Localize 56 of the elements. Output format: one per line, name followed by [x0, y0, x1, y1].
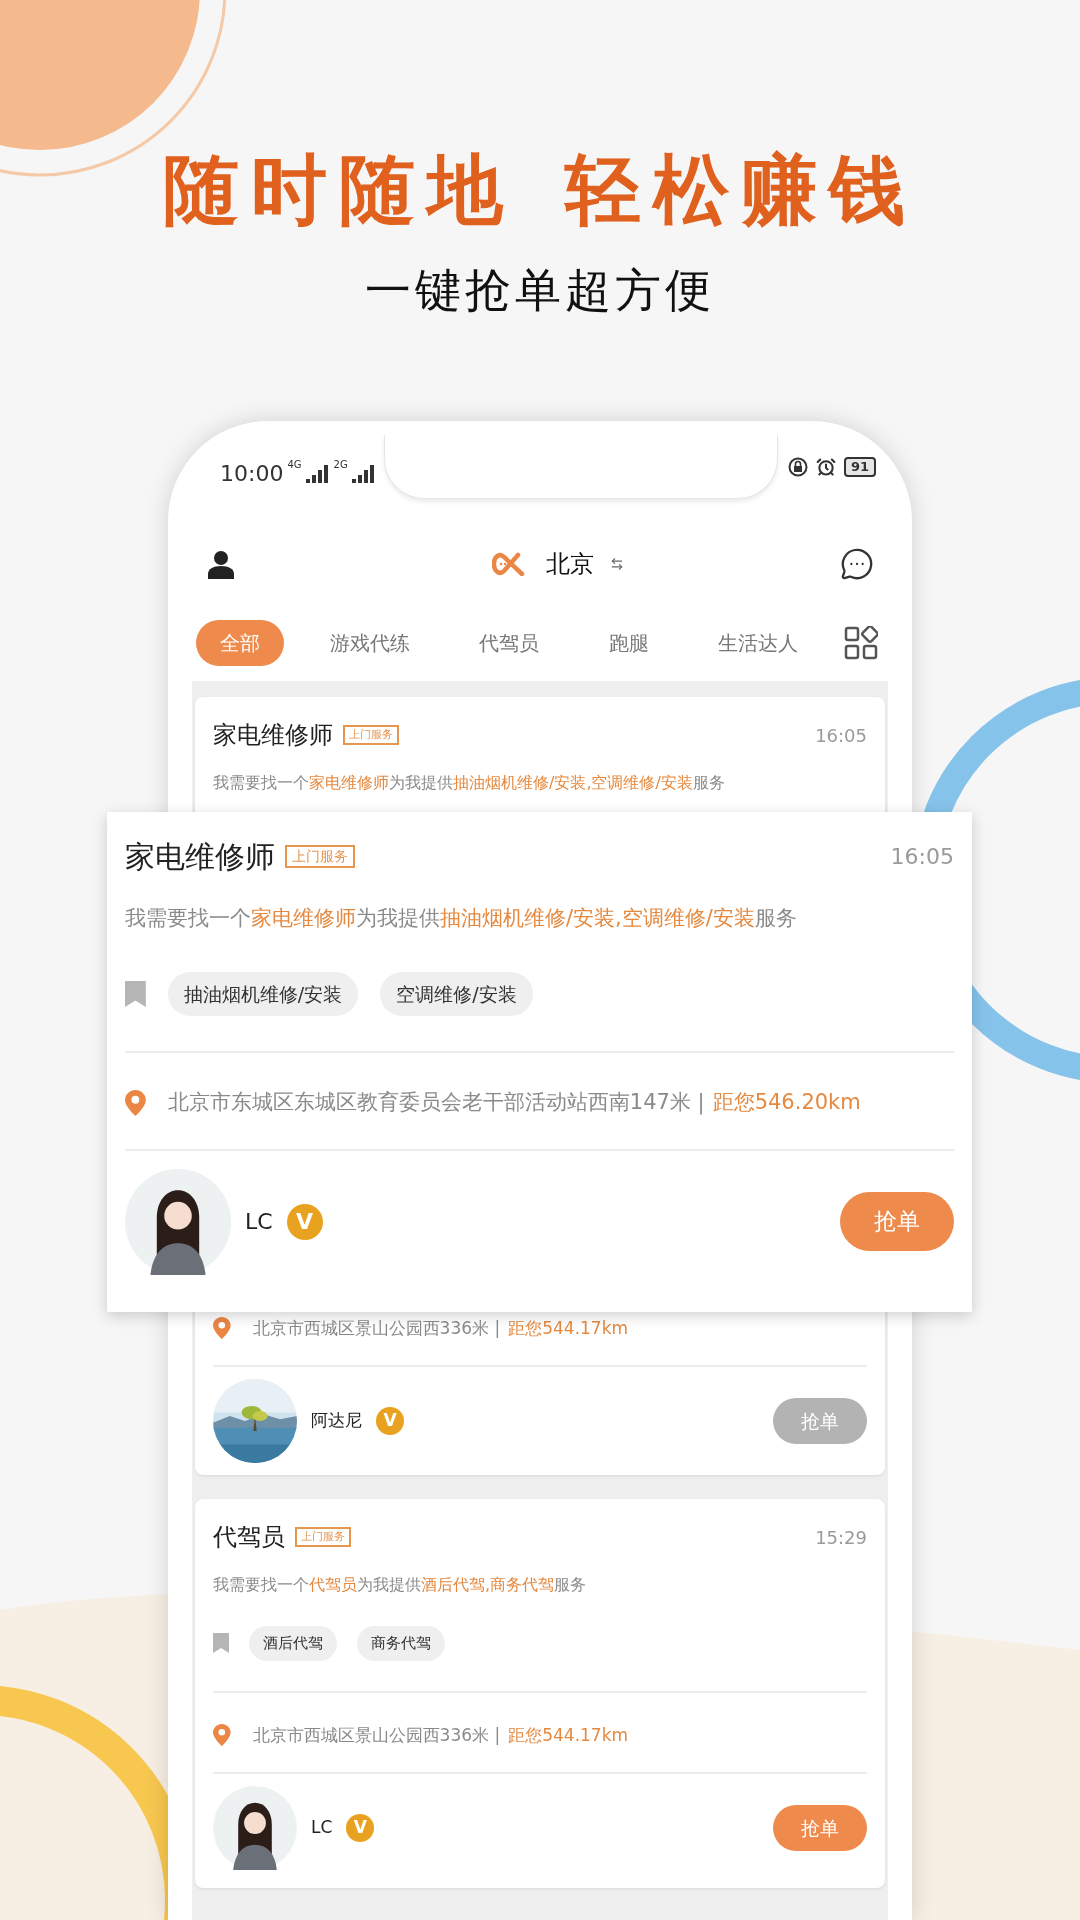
- signal-icon: [305, 464, 328, 483]
- order-address: 北京市西城区景山公园西336米 |: [252, 1316, 501, 1340]
- headline: 轻松赚钱: [565, 152, 917, 228]
- order-distance: 距您546.20km: [712, 1089, 861, 1116]
- profile-icon[interactable]: [206, 549, 236, 579]
- user-name: 阿达尼: [311, 1409, 362, 1433]
- service-tag: 上门服务: [295, 1527, 351, 1547]
- switch-city-icon[interactable]: [610, 557, 624, 571]
- rotation-lock-icon: [787, 457, 808, 478]
- skill-tag: 抽油烟机维修/安装: [167, 971, 359, 1016]
- order-time: 16:05: [815, 723, 867, 748]
- signal-icon: [351, 464, 374, 483]
- location-pin-icon: [125, 1089, 146, 1116]
- order-time: 15:29: [815, 1525, 867, 1550]
- order-description: 我需要找一个家电维修师为我提供抽油烟机维修/安装,空调维修/安装服务: [213, 772, 726, 794]
- grab-order-button[interactable]: 抢单: [773, 1804, 867, 1852]
- category-tab[interactable]: 游戏代练: [305, 620, 434, 666]
- category-tab[interactable]: 生活达人: [694, 620, 823, 666]
- service-tag: 上门服务: [285, 844, 355, 869]
- battery-indicator: 91: [843, 457, 876, 478]
- order-title: 家电维修师: [213, 720, 333, 751]
- status-time: 10:00: [220, 460, 284, 488]
- message-icon[interactable]: [840, 547, 874, 581]
- order-title: 家电维修师: [125, 838, 275, 876]
- vip-badge: V: [346, 1814, 375, 1842]
- vip-badge: V: [286, 1203, 323, 1240]
- network-label: 4G: [287, 458, 302, 472]
- order-address: 北京市西城区景山公园西336米 |: [252, 1723, 501, 1747]
- order-distance: 距您544.17km: [508, 1723, 629, 1747]
- grab-order-button[interactable]: 抢单: [840, 1192, 954, 1251]
- skill-tag: 酒后代驾: [249, 1626, 337, 1661]
- location-pin-icon: [213, 1724, 231, 1747]
- vip-badge: V: [376, 1407, 404, 1435]
- user-name: LC: [245, 1208, 273, 1236]
- location-pin-icon: [213, 1317, 231, 1340]
- headline: 随时随地: [163, 152, 515, 228]
- order-time: 16:05: [890, 843, 954, 871]
- order-title: 代驾员: [213, 1522, 285, 1553]
- category-tab[interactable]: 全部: [196, 620, 284, 666]
- bookmark-icon: [125, 980, 146, 1007]
- grid-icon[interactable]: [843, 626, 878, 660]
- alarm-icon: [815, 457, 836, 478]
- skill-tag: 空调维修/安装: [380, 971, 533, 1016]
- network-label: 2G: [333, 458, 348, 472]
- subheadline: 一键抢单超方便: [365, 267, 715, 313]
- order-address: 北京市东城区东城区教育委员会老干部活动站西南147米 |: [167, 1089, 705, 1117]
- category-tab[interactable]: 代驾员: [455, 620, 564, 666]
- order-description: 我需要找一个家电维修师为我提供抽油烟机维修/安装,空调维修/安装服务: [125, 905, 798, 932]
- order-distance: 距您544.17km: [508, 1316, 629, 1340]
- service-tag: 上门服务: [343, 725, 399, 745]
- user-name: LC: [311, 1816, 333, 1840]
- category-tab[interactable]: 跑腿: [584, 620, 673, 666]
- bookmark-icon: [213, 1633, 229, 1654]
- order-description: 我需要找一个代驾员为我提供酒后代驾,商务代驾服务: [213, 1574, 588, 1596]
- city-name[interactable]: 北京: [546, 546, 594, 582]
- skill-tag: 商务代驾: [357, 1626, 445, 1661]
